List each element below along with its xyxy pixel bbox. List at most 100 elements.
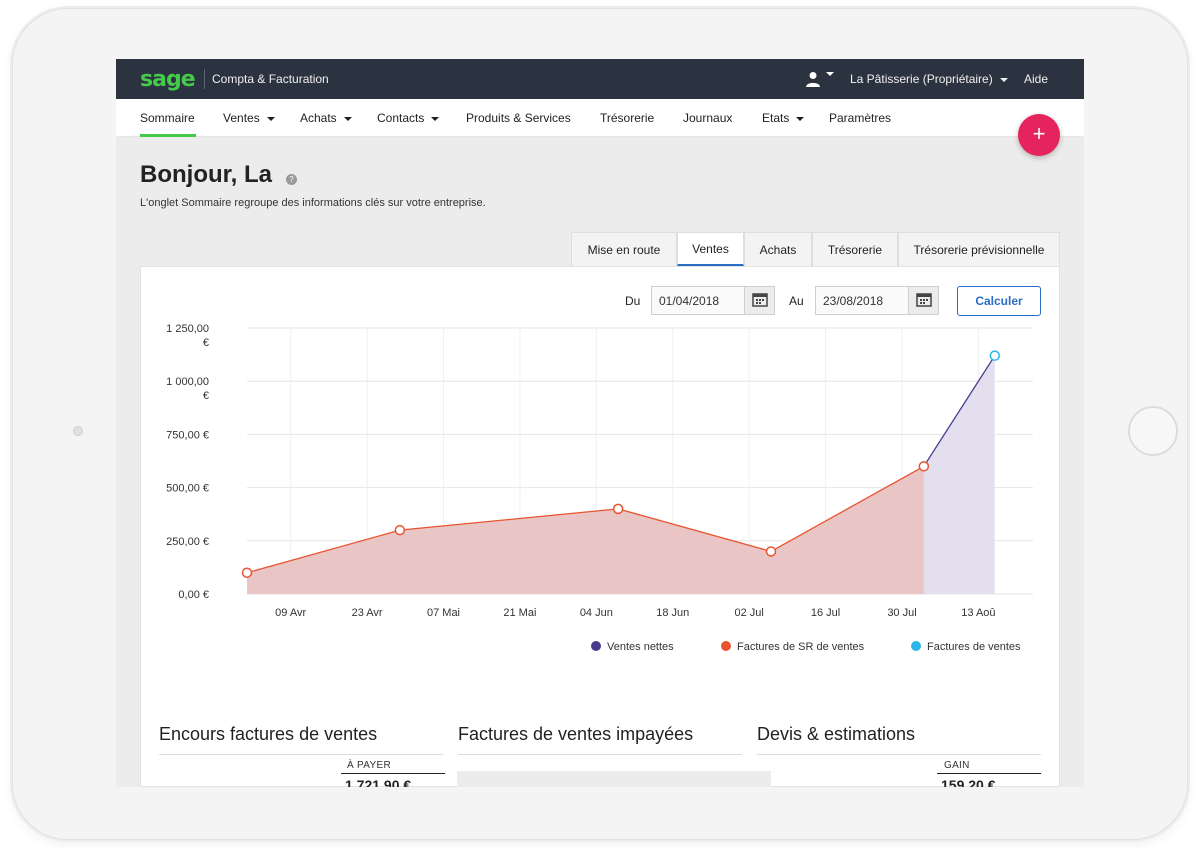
series-area [247,466,924,594]
encours-label: À PAYER [347,760,391,771]
chevron-down-icon [266,116,275,121]
nav-item-ventes[interactable]: Ventes [223,111,275,125]
from-date-input[interactable]: 01/04/2018 [651,286,775,315]
nav-item-journaux[interactable]: Journaux [683,111,732,125]
legend-swatch [911,641,921,651]
nav-item-label: Ventes [223,111,260,125]
y-tick-label: 250,00 € [166,536,209,548]
section-divider [458,754,742,755]
legend-label: Factures de SR de ventes [737,641,865,653]
encours-title: Encours factures de ventes [159,724,378,744]
user-icon[interactable] [804,70,822,88]
nav-item-tresorerie[interactable]: Trésorerie [600,111,654,125]
x-tick-label: 04 Jun [580,607,613,619]
to-label: Au [789,294,804,308]
x-tick-label: 30 Jul [887,607,916,619]
camera-icon [73,426,83,436]
nav-item-parametres[interactable]: Paramètres [829,111,891,125]
nav-item-achats[interactable]: Achats [300,111,352,125]
devis-value: 159,20 € [941,777,996,787]
help-icon[interactable]: ? [286,174,297,185]
company-name: La Pâtisserie (Propriétaire) [850,72,993,86]
y-tick-label: 0,00 € [178,589,209,601]
nav-item-label: Journaux [683,111,733,125]
sage-logo[interactable]: sage [140,67,196,92]
y-tick-label: € [203,390,209,402]
data-point [241,567,253,578]
y-tick-label: 1 250,00 [166,323,209,335]
section-divider [159,754,443,755]
tab-ventes[interactable]: Ventes [677,232,744,266]
nav-item-label: Paramètres [829,111,892,125]
gauge-line [937,773,1041,774]
devis-label: GAIN [944,760,970,771]
data-point [394,524,406,536]
nav-item-label: Sommaire [140,111,195,125]
encours-value: 1 721,90 € [345,777,412,787]
x-tick-label: 09 Avr [275,607,306,619]
calculate-button[interactable]: Calculer [957,286,1041,316]
to-date-input[interactable]: 23/08/2018 [815,286,939,315]
from-date-value: 01/04/2018 [659,294,720,308]
nav-item-label: Achats [300,111,337,125]
x-tick-label: 02 Jul [734,607,763,619]
legend-label: Factures de ventes [927,641,1021,653]
tab-label: Mise en route [587,243,661,257]
y-tick-label: 1 000,00 [166,376,209,388]
x-tick-label: 21 Mai [503,607,536,619]
app-screen: sage Compta & Facturation La Pâtisserie … [116,59,1084,787]
tab-achats[interactable]: Achats [744,232,812,266]
page-title: Bonjour, La [140,161,272,188]
tab-mise-en-route[interactable]: Mise en route [571,232,677,266]
data-point [918,461,930,472]
tab-tresorerie-previsionnelle[interactable]: Trésorerie prévisionnelle [898,232,1060,266]
to-date-value: 23/08/2018 [823,294,884,308]
x-tick-label: 07 Mai [427,607,460,619]
tab-tresorerie[interactable]: Trésorerie [812,232,898,266]
chevron-down-icon [343,116,352,121]
tab-label: Trésorerie prévisionnelle [913,243,1045,257]
x-tick-label: 16 Jul [811,607,840,619]
nav-active-indicator [140,134,196,137]
top-bar: sage Compta & Facturation La Pâtisserie … [116,59,1084,99]
calendar-icon[interactable] [744,287,774,314]
nav-item-label: Etats [762,111,790,125]
data-point [989,350,1001,361]
legend-swatch [591,641,601,651]
nav-item-contacts[interactable]: Contacts [377,111,440,125]
chevron-down-icon [796,116,805,121]
y-tick-label: 500,00 € [166,483,209,495]
chevron-down-icon [1000,77,1009,82]
y-tick-label: € [203,337,209,349]
app-title: Compta & Facturation [212,72,329,86]
nav-item-label: Produits & Services [466,111,571,125]
impayees-bar [457,771,771,787]
sales-panel: Du 01/04/2018 Au 23/08/2018 Calculer 0,0… [140,266,1060,787]
chevron-down-icon [431,116,440,121]
calendar-icon[interactable] [908,287,938,314]
tab-label: Trésorerie [827,243,883,257]
nav-item-sommaire[interactable]: Sommaire [140,111,195,125]
topbar-divider [204,69,205,89]
nav-item-produits[interactable]: Produits & Services [466,111,571,125]
main-nav: Sommaire Ventes Achats Contacts Produits… [116,99,1084,137]
user-menu-caret-icon[interactable] [826,72,834,76]
data-point [612,503,624,515]
page-subtitle: L'onglet Sommaire regroupe des informati… [140,197,486,209]
nav-item-label: Trésorerie [600,111,655,125]
home-button[interactable] [1128,406,1178,456]
nav-item-label: Contacts [377,111,425,125]
series-area [923,355,995,594]
company-menu[interactable]: La Pâtisserie (Propriétaire) [850,72,1009,86]
data-point [765,546,777,557]
tab-label: Achats [759,243,797,257]
y-tick-label: 750,00 € [166,429,209,441]
impayees-title: Factures de ventes impayées [458,724,694,744]
nav-item-etats[interactable]: Etats [762,111,805,125]
x-tick-label: 13 Aoû [961,607,995,619]
add-button[interactable]: + [1018,114,1060,156]
help-link[interactable]: Aide [1024,72,1048,86]
x-tick-label: 18 Jun [656,607,689,619]
gauge-line [341,773,445,774]
x-tick-label: 23 Avr [352,607,383,619]
